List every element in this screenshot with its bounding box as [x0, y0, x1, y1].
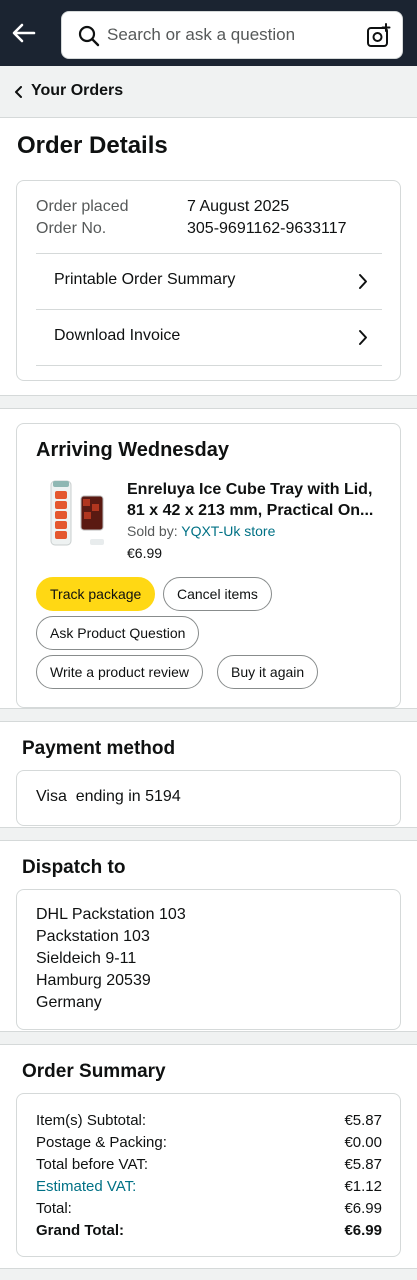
- chevron-left-icon: [15, 86, 22, 98]
- order-placed-label: Order placed: [36, 198, 129, 215]
- product-title[interactable]: Enreluya Ice Cube Tray with Lid, 81 x 42…: [127, 479, 389, 521]
- summary-value: €0.00: [344, 1134, 382, 1151]
- link-label: Download Invoice: [54, 327, 181, 344]
- summary-row-total-before-vat: Total before VAT: €5.87: [36, 1156, 382, 1173]
- breadcrumb-label[interactable]: Your Orders: [31, 82, 123, 100]
- shipment-card: Arriving Wednesday Enreluya Ice Cube Tra…: [16, 423, 401, 708]
- product-price: €6.99: [127, 545, 163, 561]
- section-divider: [0, 827, 417, 841]
- product-title-line-1: Enreluya Ice Cube Tray with Lid,: [127, 481, 373, 498]
- section-divider: [0, 1268, 417, 1280]
- track-package-button[interactable]: Track package: [36, 577, 156, 611]
- summary-row-postage: Postage & Packing: €0.00: [36, 1134, 382, 1151]
- camera-lens-icon[interactable]: [366, 23, 392, 49]
- section-divider: [0, 708, 417, 722]
- product-thumbnail[interactable]: [46, 479, 124, 549]
- chevron-right-icon: [359, 330, 367, 345]
- address-line: Sieldeich 9-11: [36, 950, 137, 967]
- seller-link[interactable]: YQXT-Uk store: [181, 523, 275, 539]
- summary-label: Total before VAT:: [36, 1156, 149, 1173]
- buy-again-button[interactable]: Buy it again: [217, 655, 319, 689]
- order-summary-card: Item(s) Subtotal: €5.87 Postage & Packin…: [16, 1093, 401, 1257]
- summary-value: €1.12: [344, 1178, 382, 1195]
- sold-by-label: Sold by:: [127, 523, 178, 539]
- order-number-value: 305-9691162-9633117: [187, 220, 347, 237]
- product-title-line-2: 81 x 42 x 213 mm, Practical On...: [127, 502, 374, 519]
- search-bar[interactable]: [61, 11, 403, 59]
- dispatch-address-card: DHL Packstation 103 Packstation 103 Siel…: [16, 889, 401, 1030]
- summary-value: €6.99: [344, 1200, 382, 1217]
- sold-by: Sold by: YQXT-Uk store: [127, 523, 275, 539]
- download-invoice-link[interactable]: Download Invoice: [36, 309, 382, 365]
- search-icon: [78, 25, 100, 47]
- printable-order-summary-link[interactable]: Printable Order Summary: [36, 253, 382, 309]
- page-title: Order Details: [17, 132, 168, 159]
- cancel-items-button[interactable]: Cancel items: [163, 577, 272, 611]
- section-divider: [0, 395, 417, 409]
- divider: [36, 365, 382, 366]
- estimated-vat-link[interactable]: Estimated VAT:: [36, 1178, 136, 1195]
- search-input[interactable]: [107, 12, 357, 58]
- summary-row-subtotal: Item(s) Subtotal: €5.87: [36, 1112, 382, 1129]
- top-app-bar: [0, 0, 417, 66]
- summary-label: Item(s) Subtotal:: [36, 1112, 147, 1129]
- summary-row-total: Total: €6.99: [36, 1200, 382, 1217]
- address-line: DHL Packstation 103: [36, 906, 186, 923]
- address-line: Hamburg 20539: [36, 972, 151, 989]
- order-info-card: Order placed 7 August 2025 Order No. 305…: [16, 180, 401, 381]
- order-number-label: Order No.: [36, 220, 107, 237]
- payment-method-title: Payment method: [22, 738, 176, 759]
- ask-product-question-button[interactable]: Ask Product Question: [36, 616, 200, 650]
- summary-label: Total:: [36, 1200, 72, 1217]
- address-line: Germany: [36, 994, 102, 1011]
- summary-value: €5.87: [344, 1156, 382, 1173]
- order-summary-title: Order Summary: [22, 1061, 166, 1082]
- address-line: Packstation 103: [36, 928, 150, 945]
- summary-value: €5.87: [344, 1112, 382, 1129]
- summary-value: €6.99: [344, 1222, 382, 1239]
- dispatch-to-title: Dispatch to: [22, 857, 126, 878]
- payment-method-value: Visa ending in 5194: [36, 788, 181, 805]
- payment-card: Visa ending in 5194: [16, 770, 401, 826]
- chevron-right-icon: [359, 274, 367, 289]
- summary-row-estimated-vat: Estimated VAT: €1.12: [36, 1178, 382, 1195]
- arrival-status: Arriving Wednesday: [36, 439, 230, 461]
- order-placed-value: 7 August 2025: [187, 198, 290, 215]
- summary-row-grand-total: Grand Total: €6.99: [36, 1222, 382, 1239]
- back-arrow-icon[interactable]: [10, 19, 38, 47]
- summary-label: Grand Total:: [36, 1222, 125, 1239]
- breadcrumb[interactable]: Your Orders: [0, 66, 417, 118]
- section-divider: [0, 1031, 417, 1045]
- link-label: Printable Order Summary: [54, 271, 236, 288]
- write-review-button[interactable]: Write a product review: [36, 655, 204, 689]
- summary-label: Postage & Packing:: [36, 1134, 167, 1151]
